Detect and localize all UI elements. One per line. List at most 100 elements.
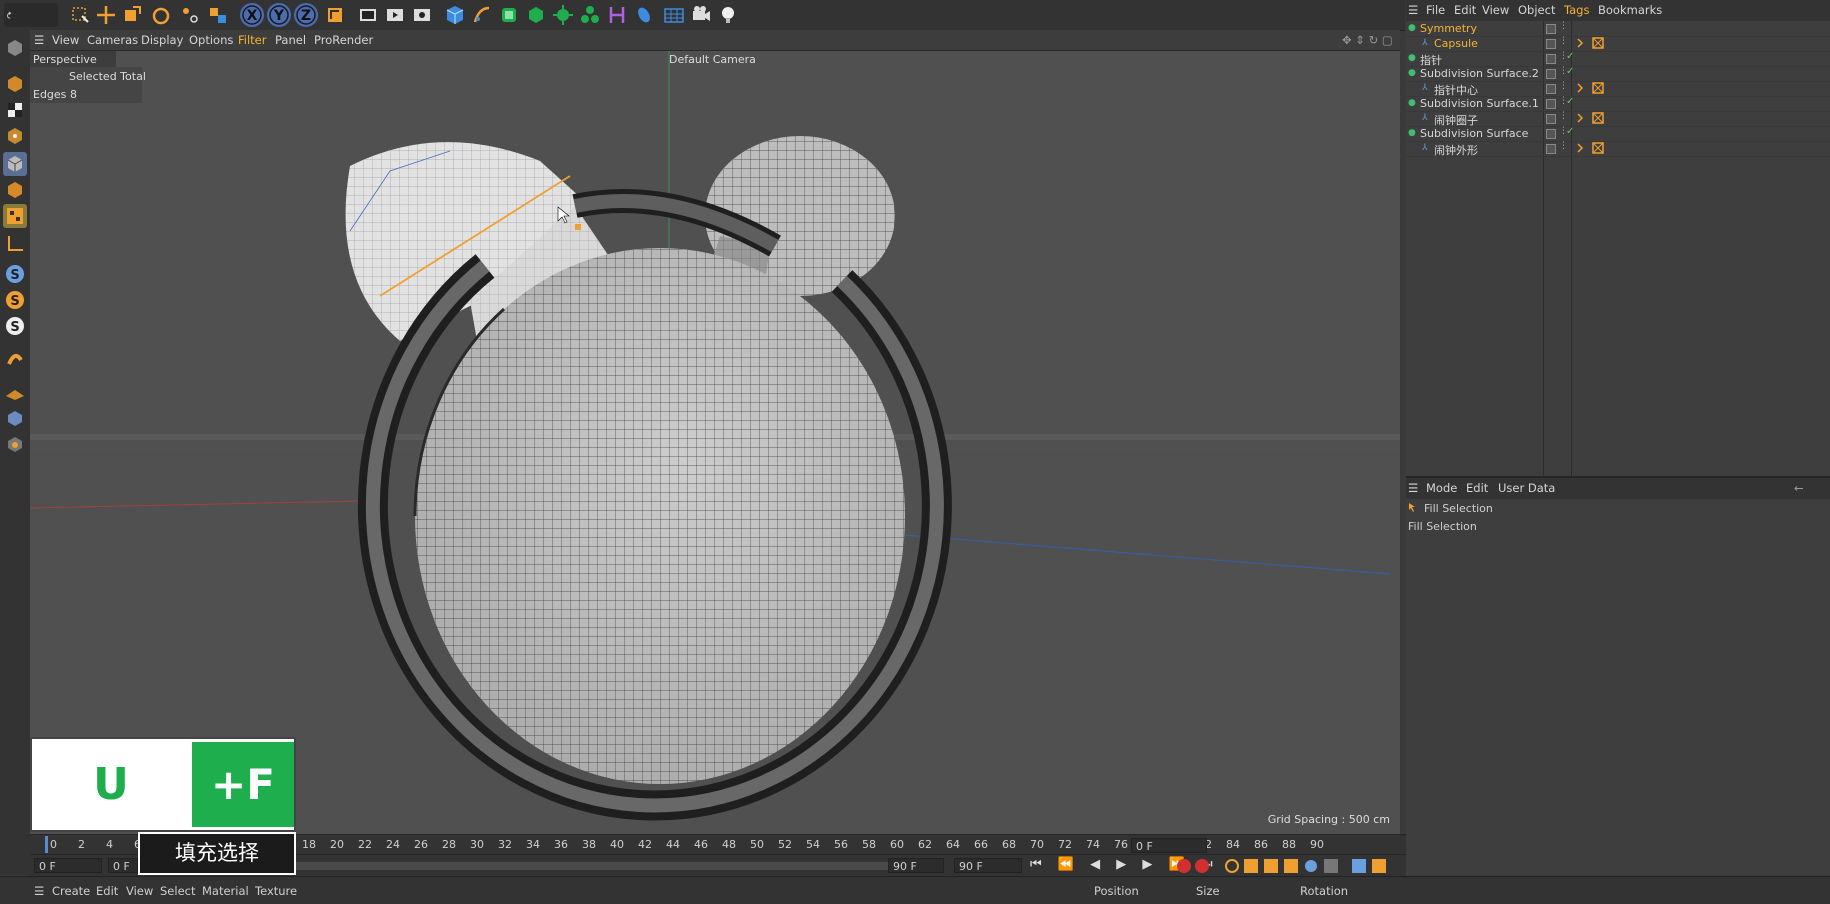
workplane-snap-icon[interactable]: S — [3, 314, 27, 338]
visibility-toggle[interactable] — [1546, 24, 1556, 34]
render-view-icon[interactable] — [356, 3, 380, 27]
edges-mode-icon[interactable] — [3, 152, 27, 176]
material-menu-icon[interactable]: ☰ — [34, 884, 44, 898]
tag-icons[interactable] — [1576, 82, 1606, 97]
visibility-toggle[interactable] — [1546, 114, 1556, 124]
visibility-toggle[interactable] — [1546, 144, 1556, 154]
enabled-check-icon[interactable]: ✓ — [1566, 96, 1574, 107]
viewport-menu-icon[interactable]: ☰ — [34, 33, 44, 47]
object-row[interactable]: ⅄ Capsule ⋮ — [1406, 36, 1830, 52]
scene-icon[interactable] — [662, 3, 686, 27]
end-frame-field[interactable]: 90 F — [888, 858, 944, 873]
z-axis-icon[interactable]: Z — [294, 3, 318, 27]
uv-mode-icon[interactable] — [3, 204, 27, 228]
object-row[interactable]: ● Subdivision Surface.2 ⋮ ✓ — [1406, 66, 1830, 82]
menu-cameras[interactable]: Cameras — [87, 33, 138, 47]
record-icon[interactable] — [1176, 858, 1210, 877]
current-frame-field[interactable]: 0 F — [1131, 838, 1207, 853]
om-menu-object[interactable]: Object — [1518, 3, 1555, 17]
om-menu-file[interactable]: File — [1426, 3, 1445, 17]
render-settings-icon[interactable] — [410, 3, 434, 27]
move-icon[interactable] — [94, 3, 118, 27]
object-row[interactable]: ● 指针 ⋮ ✓ — [1406, 51, 1830, 67]
om-menu-tags[interactable]: Tags — [1564, 3, 1589, 17]
x-axis-icon[interactable]: X — [240, 3, 264, 27]
model-mode-icon[interactable] — [3, 72, 27, 96]
viewport-nav-icons[interactable]: ✥ ⇕ ↻ ▢ — [1342, 33, 1393, 47]
render-dots-icon[interactable]: ⋮ — [1559, 36, 1568, 46]
live-selection-icon[interactable] — [68, 3, 92, 27]
enabled-check-icon[interactable]: ✓ — [1566, 126, 1574, 137]
object-name[interactable]: Symmetry — [1420, 22, 1477, 35]
render-dots-icon[interactable]: ⋮ — [1559, 21, 1568, 31]
axis-mode-icon[interactable] — [3, 232, 27, 256]
object-name[interactable]: 闹钟外形 — [1434, 142, 1478, 158]
attr-menu-user-data[interactable]: User Data — [1498, 481, 1555, 495]
recent-tools-icon[interactable] — [178, 3, 202, 27]
material-menu-material[interactable]: Material — [202, 884, 249, 898]
render-dots-icon[interactable]: ⋮ — [1559, 111, 1568, 121]
recent-tools-icon-2[interactable] — [206, 3, 230, 27]
visibility-toggle[interactable] — [1546, 69, 1556, 79]
sphere-deformer-icon[interactable] — [551, 3, 575, 27]
max-frame-field[interactable]: 90 F — [954, 858, 1022, 873]
light-icon[interactable] — [716, 3, 740, 27]
visibility-toggle[interactable] — [1546, 129, 1556, 139]
attr-menu-mode[interactable]: Mode — [1426, 481, 1457, 495]
menu-view[interactable]: View — [52, 33, 79, 47]
object-row[interactable]: ● Symmetry ⋮ — [1406, 21, 1830, 37]
undo-icon[interactable] — [4, 3, 58, 27]
subdivision-icon[interactable] — [497, 3, 521, 27]
menu-display[interactable]: Display — [141, 33, 183, 47]
3d-viewport[interactable]: Perspective Default Camera Selected Tota… — [30, 51, 1400, 834]
object-name[interactable]: Capsule — [1434, 37, 1478, 50]
attr-menu-edit[interactable]: Edit — [1466, 481, 1488, 495]
object-row[interactable]: ⅄ 闹钟外形 ⋮ — [1406, 141, 1830, 157]
pen-icon[interactable] — [470, 3, 494, 27]
enabled-check-icon[interactable]: ✓ — [1566, 66, 1574, 77]
om-menu-icon[interactable]: ☰ — [1408, 3, 1418, 17]
material-menu-edit[interactable]: Edit — [96, 884, 118, 898]
visibility-toggle[interactable] — [1546, 39, 1556, 49]
bend-icon[interactable] — [605, 3, 629, 27]
tag-icons[interactable] — [1576, 112, 1606, 127]
om-menu-view[interactable]: View — [1482, 3, 1509, 17]
render-dots-icon[interactable]: ⋮ — [1559, 81, 1568, 91]
attr-menu-icon[interactable]: ☰ — [1408, 481, 1418, 495]
object-row[interactable]: ⅄ 闹钟圈子 ⋮ — [1406, 111, 1830, 127]
make-editable-icon[interactable] — [3, 36, 27, 60]
om-menu-bookmarks[interactable]: Bookmarks — [1598, 3, 1662, 17]
array-icon[interactable] — [524, 3, 548, 27]
locked-workplane-icon[interactable] — [3, 348, 27, 372]
solo-icon[interactable] — [3, 406, 27, 430]
render-icon[interactable] — [383, 3, 407, 27]
material-menu-view[interactable]: View — [126, 884, 153, 898]
texture-mode-icon[interactable] — [3, 98, 27, 122]
menu-filter[interactable]: Filter — [238, 33, 266, 47]
object-row[interactable]: ● Subdivision Surface ⋮ ✓ — [1406, 126, 1830, 142]
scale-icon[interactable] — [120, 3, 144, 27]
points-mode-icon[interactable] — [3, 124, 27, 148]
material-menu-create[interactable]: Create — [52, 884, 90, 898]
object-row[interactable]: ⅄ 指针中心 ⋮ — [1406, 81, 1830, 97]
polygons-mode-icon[interactable] — [3, 178, 27, 202]
object-row[interactable]: ● Subdivision Surface.1 ⋮ ✓ — [1406, 96, 1830, 112]
snap-settings-icon[interactable]: S — [3, 288, 27, 312]
tag-icons[interactable] — [1576, 142, 1606, 157]
object-name[interactable]: Subdivision Surface.1 — [1420, 97, 1539, 110]
solo-hierarchy-icon[interactable] — [3, 432, 27, 456]
menu-prorender[interactable]: ProRender — [314, 33, 373, 47]
camera-icon[interactable] — [689, 3, 713, 27]
material-menu-select[interactable]: Select — [160, 884, 195, 898]
object-name[interactable]: Subdivision Surface — [1420, 127, 1528, 140]
camera-name[interactable]: Default Camera — [669, 53, 756, 66]
visibility-toggle[interactable] — [1546, 84, 1556, 94]
planar-workplane-icon[interactable] — [3, 380, 27, 404]
cube-icon[interactable] — [443, 3, 467, 27]
mograph-icon[interactable] — [578, 3, 602, 27]
enabled-check-icon[interactable]: ✓ — [1566, 51, 1574, 62]
floor-icon[interactable] — [632, 3, 656, 27]
material-menu-texture[interactable]: Texture — [255, 884, 297, 898]
tag-icons[interactable] — [1576, 37, 1606, 52]
om-menu-edit[interactable]: Edit — [1454, 3, 1476, 17]
